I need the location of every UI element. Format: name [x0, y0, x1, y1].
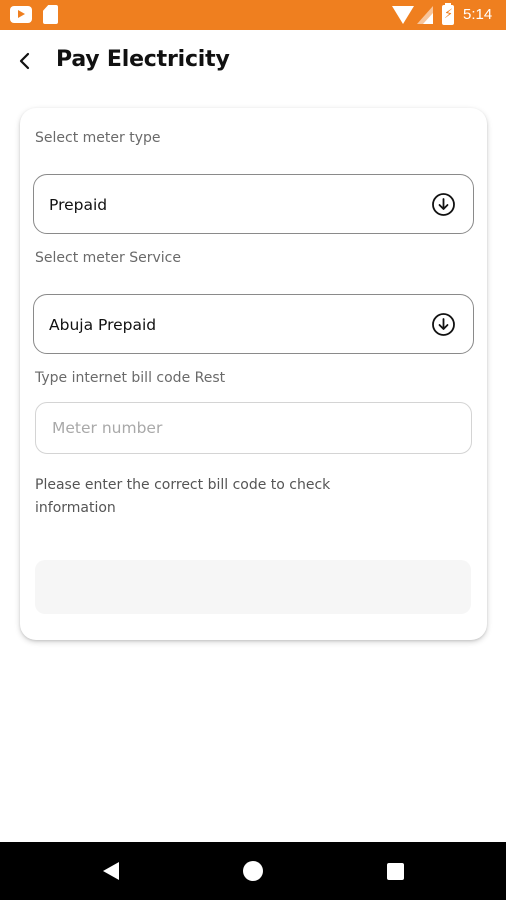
submit-button[interactable] [35, 560, 471, 614]
nav-back-icon[interactable] [103, 862, 119, 880]
download-circle-icon [431, 192, 456, 217]
meter-service-select[interactable]: Abuja Prepaid [33, 294, 474, 354]
nav-home-icon[interactable] [243, 861, 263, 881]
bill-code-hint: Please enter the correct bill code to ch… [35, 477, 331, 516]
bill-code-label: Type internet bill code Rest [35, 370, 226, 386]
chevron-left-icon[interactable] [14, 50, 36, 72]
youtube-icon [10, 6, 32, 23]
meter-type-label: Select meter type [35, 130, 161, 146]
android-nav-bar [0, 842, 506, 900]
signal-icon [417, 6, 433, 24]
battery-charging-icon: ⚡ [442, 3, 454, 25]
meter-type-select[interactable]: Prepaid [33, 174, 474, 234]
app-header: Pay Electricity [0, 30, 506, 94]
pay-electricity-form: Select meter type Prepaid Select meter S… [20, 108, 487, 640]
download-circle-icon [431, 312, 456, 337]
nav-recents-icon[interactable] [387, 863, 404, 880]
meter-service-label: Select meter Service [35, 250, 181, 266]
sd-card-icon [43, 5, 58, 24]
meter-service-value: Abuja Prepaid [49, 316, 157, 334]
status-time: 5:14 [463, 6, 493, 23]
status-bar: ⚡ 5:14 [0, 0, 506, 30]
meter-number-input[interactable] [35, 402, 472, 454]
wifi-icon [392, 6, 414, 24]
meter-type-value: Prepaid [49, 196, 108, 214]
page-title: Pay Electricity [56, 47, 230, 72]
